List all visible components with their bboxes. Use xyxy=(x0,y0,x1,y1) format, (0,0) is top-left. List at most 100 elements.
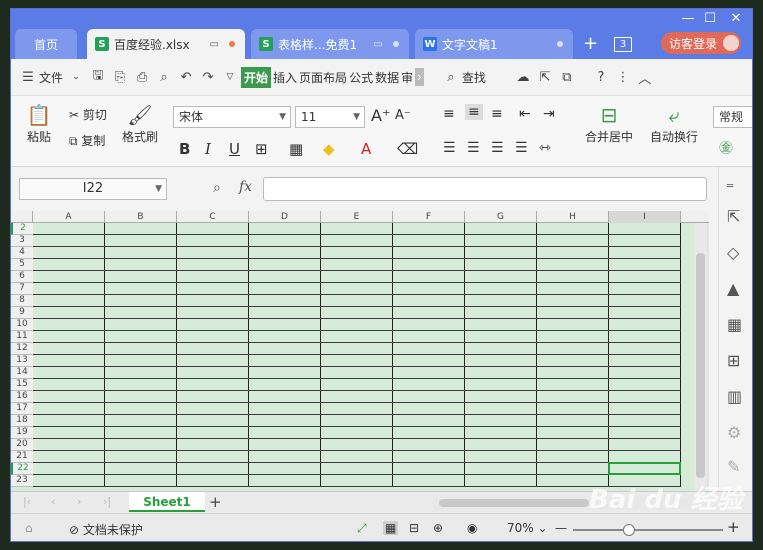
table-icon[interactable]: ▦ xyxy=(727,315,742,334)
font-size-select[interactable]: 11 ▼ xyxy=(295,106,365,128)
wrap-text-button[interactable]: ⤶ 自动换行 xyxy=(647,102,701,145)
grid-apps-icon[interactable]: ⊞ xyxy=(727,351,740,370)
row-header-16[interactable]: 16 xyxy=(11,391,33,403)
align-middle-icon[interactable]: ≡ xyxy=(465,104,483,120)
row-header-2[interactable]: 2 xyxy=(11,223,33,235)
visitor-login-button[interactable]: 访客登录 xyxy=(661,32,741,54)
zoom-slider-knob[interactable] xyxy=(623,524,635,536)
cloud-icon[interactable]: ☁ xyxy=(512,70,534,85)
tab-document[interactable]: W 文字文稿1 xyxy=(415,29,573,59)
align-center-icon[interactable]: ☰ xyxy=(467,140,480,156)
row-header-17[interactable]: 17 xyxy=(11,403,33,415)
distribute-icon[interactable]: ⇿ xyxy=(539,140,551,156)
bold-icon[interactable]: B xyxy=(179,140,190,158)
merge-center-button[interactable]: ⊟ 合并居中 xyxy=(579,102,639,145)
page-break-view-icon[interactable]: ⊟ xyxy=(409,521,419,535)
menu-start[interactable]: 开始 xyxy=(241,66,272,88)
save-icon[interactable]: 🖫 xyxy=(87,66,109,88)
style-icon[interactable]: ▲ xyxy=(727,279,739,298)
menu-more-arrow-icon[interactable]: › xyxy=(415,68,424,86)
share-icon[interactable]: ⇱ xyxy=(534,70,556,85)
collapse-ribbon-icon[interactable]: ︿ xyxy=(634,68,656,87)
more-icon[interactable]: ⋮ xyxy=(612,70,634,85)
minimize-icon[interactable]: — xyxy=(679,11,697,26)
underline-icon[interactable]: U xyxy=(229,140,240,158)
row-header-8[interactable]: 8 xyxy=(11,295,33,307)
row-header-23[interactable]: 23 xyxy=(11,475,33,487)
close-icon[interactable]: ✕ xyxy=(727,11,745,26)
currency-icon[interactable]: ㊎ xyxy=(719,138,733,158)
row-header-6[interactable]: 6 xyxy=(11,271,33,283)
protection-status[interactable]: ⊘ 文档未保护 xyxy=(69,521,143,538)
redo-icon[interactable]: ↷ xyxy=(197,70,219,85)
border-icon[interactable]: ⊞ xyxy=(255,140,268,158)
tab-home[interactable]: 首页 xyxy=(15,29,77,59)
row-header-20[interactable]: 20 xyxy=(11,439,33,451)
column-header-d[interactable]: D xyxy=(249,211,321,223)
fill-color-icon[interactable]: ◆ xyxy=(323,140,335,158)
column-header-h[interactable]: H xyxy=(537,211,609,223)
row-header-5[interactable]: 5 xyxy=(11,259,33,271)
name-box[interactable]: I22 ▼ xyxy=(19,178,167,200)
tab-workbook-active[interactable]: S 百度经验.xlsx ▭ xyxy=(87,29,245,59)
first-sheet-icon[interactable]: |‹ xyxy=(23,495,31,508)
align-left-icon[interactable]: ☰ xyxy=(443,140,456,156)
paste-button[interactable]: 📋 粘贴 xyxy=(21,102,57,145)
italic-icon[interactable]: I xyxy=(205,140,211,158)
indent-decrease-icon[interactable]: ⇤ xyxy=(519,106,531,122)
increase-font-icon[interactable]: A⁺ xyxy=(371,106,390,125)
collaborate-icon[interactable]: ⧉ xyxy=(556,70,578,85)
column-header-a[interactable]: A xyxy=(33,211,105,223)
fullscreen-icon[interactable]: ⤢ xyxy=(357,521,367,536)
spreadsheet-grid[interactable]: ABCDEFGHI 2 3 4 5 6 7 8 9 10 11 12 13 14 15 16 17 18 19 20… xyxy=(11,211,709,491)
menu-find[interactable]: 查找 xyxy=(462,69,486,86)
search-icon[interactable]: ⌕ xyxy=(440,70,462,85)
vertical-scrollbar[interactable] xyxy=(694,223,707,491)
row-header-13[interactable]: 13 xyxy=(11,355,33,367)
indent-increase-icon[interactable]: ⇥ xyxy=(543,106,555,122)
scroll-thumb[interactable] xyxy=(696,253,705,478)
export-icon[interactable]: ⎘ xyxy=(109,70,131,85)
row-header-3[interactable]: 3 xyxy=(11,235,33,247)
more-dropdown-icon[interactable]: ▽ xyxy=(219,72,241,82)
reading-mode-icon[interactable]: ⊕ xyxy=(433,521,443,535)
row-header-7[interactable]: 7 xyxy=(11,283,33,295)
undo-icon[interactable]: ↶ xyxy=(175,70,197,85)
fx-icon[interactable]: fx xyxy=(239,179,252,195)
font-color-icon[interactable]: A xyxy=(361,140,371,158)
normal-view-icon[interactable]: ▦ xyxy=(383,521,399,535)
column-header-f[interactable]: F xyxy=(393,211,465,223)
menu-review[interactable]: 审 xyxy=(401,69,413,86)
column-header-e[interactable]: E xyxy=(321,211,393,223)
column-header-g[interactable]: G xyxy=(465,211,537,223)
print-preview-icon[interactable]: ⌕ xyxy=(153,70,175,85)
shapes-icon[interactable]: ◇ xyxy=(727,243,739,262)
zoom-search-icon[interactable]: ⌕ xyxy=(213,180,221,196)
align-right-icon[interactable]: ☰ xyxy=(491,140,504,156)
row-header-11[interactable]: 11 xyxy=(11,331,33,343)
zoom-out-icon[interactable]: — xyxy=(555,521,567,535)
new-tab-plus-icon[interactable]: + xyxy=(583,33,598,54)
row-header-4[interactable]: 4 xyxy=(11,247,33,259)
row-header-21[interactable]: 21 xyxy=(11,451,33,463)
selected-cell[interactable] xyxy=(608,462,681,475)
last-sheet-icon[interactable]: ›| xyxy=(103,495,111,508)
chevron-down-icon[interactable]: ⌄ xyxy=(65,72,87,82)
row-header-9[interactable]: 9 xyxy=(11,307,33,319)
row-header-10[interactable]: 10 xyxy=(11,319,33,331)
prev-sheet-icon[interactable]: ‹ xyxy=(51,495,55,508)
select-cursor-icon[interactable]: ⇱ xyxy=(727,207,740,226)
sheet-tab-sheet1[interactable]: Sheet1 xyxy=(129,492,205,512)
settings-icon[interactable]: ⚙ xyxy=(727,423,741,442)
eye-protection-icon[interactable]: ◉ xyxy=(467,521,477,535)
row-header-22[interactable]: 22 xyxy=(11,463,33,475)
menu-insert[interactable]: 插入 xyxy=(273,69,297,86)
zoom-select[interactable]: 70% ⌄ xyxy=(507,521,548,535)
align-bottom-icon[interactable]: ≡ xyxy=(491,106,503,122)
row-header-12[interactable]: 12 xyxy=(11,343,33,355)
justify-icon[interactable]: ☰ xyxy=(515,140,528,156)
number-format-select[interactable]: 常规 xyxy=(713,106,752,128)
layout-icon[interactable]: ⌂ xyxy=(25,521,33,535)
row-header-14[interactable]: 14 xyxy=(11,367,33,379)
hamburger-icon[interactable]: ☰ xyxy=(17,70,39,85)
